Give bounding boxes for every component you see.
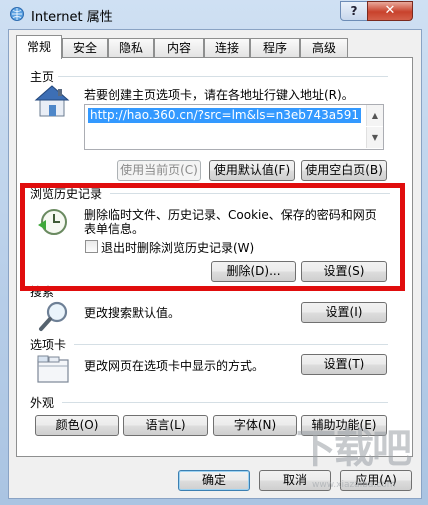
apply-button[interactable]: 应用(A) (340, 470, 412, 491)
tab-advanced[interactable]: 高级 (300, 38, 348, 58)
scroll-down-arrow-icon[interactable]: ▼ (366, 127, 383, 148)
cancel-button[interactable]: 取消 (259, 470, 331, 491)
tabs-settings-button[interactable]: 设置(T) (301, 354, 387, 375)
use-default-button[interactable]: 使用默认值(F) (209, 160, 295, 181)
delete-history-button[interactable]: 删除(D)... (211, 261, 296, 282)
tab-security[interactable]: 安全 (62, 38, 108, 58)
scroll-up-arrow-icon[interactable]: ▲ (366, 105, 383, 126)
home-page-description: 若要创建主页选项卡，请在各地址行键入地址(R)。 (84, 88, 354, 102)
title-bar[interactable]: Internet 属性 ? ✕ (0, 0, 428, 28)
tab-general[interactable]: 常规 (16, 35, 62, 59)
appearance-section-label: 外观 (30, 396, 55, 410)
accessibility-button[interactable]: 辅助功能(E) (301, 415, 387, 436)
use-current-page-button[interactable]: 使用当前页(C) (117, 160, 201, 181)
home-page-url: http://hao.360.cn/?src=lm&ls=n3eb743a591 (88, 108, 361, 123)
tabs-description: 更改网页在选项卡中显示的方式。 (84, 359, 265, 373)
search-section-label: 搜索 (30, 285, 55, 299)
house-icon (34, 85, 70, 117)
magnifier-icon (39, 301, 68, 331)
tabs-section-divider (74, 344, 388, 345)
tab-connections[interactable]: 连接 (204, 38, 250, 58)
tab-content[interactable]: 内容 (154, 38, 204, 58)
internet-options-icon (10, 7, 24, 21)
home-page-url-textbox[interactable]: http://hao.360.cn/?src=lm&ls=n3eb743a591… (84, 104, 384, 150)
close-button[interactable]: ✕ (367, 1, 413, 21)
tabbed-window-icon (37, 355, 69, 383)
tab-programs[interactable]: 程序 (250, 38, 300, 58)
languages-button[interactable]: 语言(L) (123, 415, 208, 436)
tab-privacy[interactable]: 隐私 (108, 38, 154, 58)
home-page-section-label: 主页 (30, 70, 55, 84)
appearance-divider (62, 402, 388, 403)
browsing-history-section-label: 浏览历史记录 (30, 187, 103, 201)
tabs-section-label: 选项卡 (30, 338, 67, 352)
home-page-divider (58, 76, 388, 77)
history-settings-button[interactable]: 设置(S) (301, 261, 387, 282)
colors-button[interactable]: 颜色(O) (35, 415, 119, 436)
ok-button[interactable]: 确定 (178, 470, 250, 491)
search-settings-button[interactable]: 设置(I) (301, 302, 387, 323)
help-button[interactable]: ? (340, 1, 368, 21)
delete-history-on-exit-checkbox[interactable] (85, 240, 98, 253)
search-description: 更改搜索默认值。 (84, 306, 181, 320)
fonts-button[interactable]: 字体(N) (213, 415, 297, 436)
browsing-history-description-line2: 表单信息。 (84, 222, 145, 236)
use-blank-page-button[interactable]: 使用空白页(B) (301, 160, 387, 181)
browsing-history-divider (110, 193, 390, 194)
delete-history-on-exit-label[interactable]: 退出时删除浏览历史记录(W) (101, 239, 254, 256)
clock-history-icon (38, 209, 67, 235)
window-title: Internet 属性 (31, 10, 113, 25)
